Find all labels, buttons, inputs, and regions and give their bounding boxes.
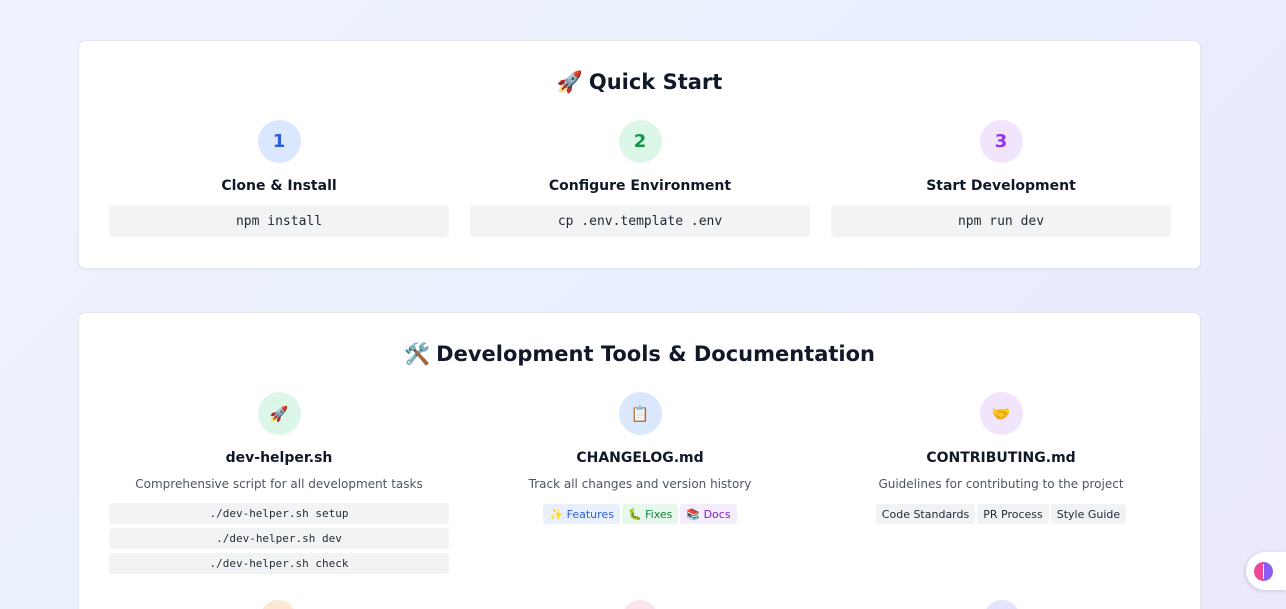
- tool-dev-helper: 🚀 dev-helper.sh Comprehensive script for…: [109, 392, 449, 578]
- step-command[interactable]: cp .env.template .env: [470, 205, 810, 237]
- tag-features: ✨ Features: [543, 504, 620, 524]
- tool-changelog: 📋 CHANGELOG.md Track all changes and ver…: [470, 392, 810, 524]
- tag-pr-process: PR Process: [977, 504, 1049, 524]
- step-title: Clone & Install: [221, 178, 337, 194]
- tag-list: ✨ Features 🐛 Fixes 📚 Docs: [470, 504, 810, 524]
- step-configure-environment: 2 Configure Environment cp .env.template…: [470, 120, 810, 237]
- tool-description: Comprehensive script for all development…: [135, 477, 423, 491]
- quick-start-title-text: Quick Start: [588, 70, 723, 94]
- handshake-icon: 🤝: [979, 392, 1023, 435]
- step-title: Start Development: [926, 178, 1076, 194]
- step-number-badge: 3: [979, 120, 1023, 163]
- page: 🚀 Quick Start 1 Clone & Install npm insta…: [0, 0, 1286, 609]
- tag-docs: 📚 Docs: [680, 504, 737, 524]
- tag-fixes: 🐛 Fixes: [621, 504, 679, 524]
- step-command[interactable]: npm install: [109, 205, 449, 237]
- dev-tools-card: 🛠️ Development Tools & Documentation 🚀 de…: [78, 312, 1201, 609]
- tag-list: Code Standards PR Process Style Guide: [831, 504, 1171, 524]
- tag-code-standards: Code Standards: [875, 504, 976, 524]
- step-command[interactable]: npm run dev: [831, 205, 1171, 237]
- tool-title: CONTRIBUTING.md: [926, 450, 1076, 466]
- command-setup[interactable]: ./dev-helper.sh setup: [109, 503, 449, 524]
- tool-description: Track all changes and version history: [528, 477, 752, 491]
- step-number-badge: 2: [618, 120, 662, 163]
- command-check[interactable]: ./dev-helper.sh check: [109, 553, 449, 574]
- dev-tools-title-text: Development Tools & Documentation: [436, 342, 876, 366]
- tools-icon: 🛠️: [403, 342, 431, 366]
- command-dev[interactable]: ./dev-helper.sh dev: [109, 528, 449, 549]
- command-list: ./dev-helper.sh setup ./dev-helper.sh de…: [109, 503, 449, 574]
- quick-start-card: 🚀 Quick Start 1 Clone & Install npm insta…: [78, 40, 1201, 269]
- step-start-development: 3 Start Development npm run dev: [831, 120, 1171, 237]
- quick-start-title: 🚀 Quick Start: [79, 70, 1200, 95]
- step-clone-install: 1 Clone & Install npm install: [109, 120, 449, 237]
- step-number-badge: 1: [257, 120, 301, 163]
- rocket-icon: 🚀: [257, 392, 301, 435]
- tool-contributing: 🤝 CONTRIBUTING.md Guidelines for contrib…: [831, 392, 1171, 524]
- tool-title: CHANGELOG.md: [576, 450, 704, 466]
- tool-description: Guidelines for contributing to the proje…: [878, 477, 1124, 491]
- step-title: Configure Environment: [548, 178, 732, 194]
- assistant-button[interactable]: [1246, 552, 1286, 590]
- brain-icon: [1254, 561, 1273, 581]
- dev-tools-title: 🛠️ Development Tools & Documentation: [79, 342, 1200, 367]
- rocket-icon: 🚀: [556, 70, 583, 94]
- clipboard-icon: 📋: [618, 392, 662, 435]
- tool-title: dev-helper.sh: [225, 450, 333, 466]
- tag-style-guide: Style Guide: [1050, 504, 1127, 524]
